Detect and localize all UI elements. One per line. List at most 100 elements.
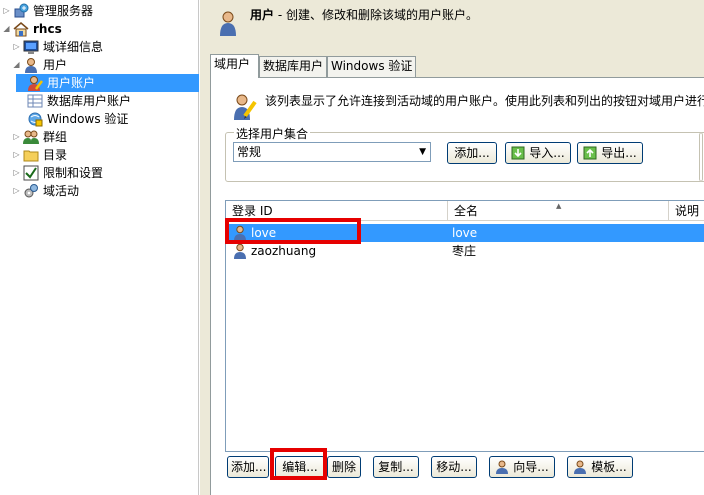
tree-item-label: rhcs bbox=[33, 22, 62, 36]
button-label: 移动... bbox=[436, 460, 472, 474]
cell-login-id: zaozhuang bbox=[251, 244, 317, 258]
tab-windows-auth[interactable]: Windows 验证 bbox=[327, 56, 416, 77]
content-panel: 用户 - 创建、修改和删除该域的用户账户。 域用户 数据库用户 Windows … bbox=[200, 0, 704, 495]
dropdown-arrow-icon[interactable]: ▼ bbox=[419, 143, 426, 161]
column-label: 说明 bbox=[675, 204, 700, 218]
export-button[interactable]: 导出... bbox=[577, 142, 643, 164]
table-row[interactable]: zaozhuang 枣庄 bbox=[226, 242, 704, 260]
add-user-set-button[interactable]: 添加... bbox=[447, 142, 497, 164]
user-edit-icon bbox=[231, 92, 257, 120]
tree-item-label: 域详细信息 bbox=[43, 40, 104, 54]
user-set-selected-value: 常规 bbox=[237, 145, 262, 159]
tree-item-user-accounts[interactable]: 用户账户 bbox=[16, 74, 199, 92]
tab-db-users[interactable]: 数据库用户 bbox=[259, 56, 327, 77]
monitor-icon bbox=[23, 39, 39, 55]
tree-item-limits-settings[interactable]: ▷ 限制和设置 bbox=[12, 164, 103, 182]
tab-panel-domain-users: 该列表显示了允许连接到活动域的用户账户。使用此列表和列出的按钮对域用户进行 选择… bbox=[210, 77, 704, 495]
expand-arrow-icon[interactable]: ▷ bbox=[12, 38, 21, 56]
move-user-button[interactable]: 移动... bbox=[431, 456, 477, 478]
user-icon bbox=[233, 243, 247, 259]
button-label: 删除 bbox=[331, 460, 356, 474]
user-icon bbox=[23, 57, 39, 73]
tab-label: 数据库用户 bbox=[263, 59, 324, 73]
tree-item-rhcs[interactable]: ◢ rhcs bbox=[2, 20, 62, 38]
expand-arrow-icon[interactable]: ▷ bbox=[12, 182, 21, 200]
column-header-login-id[interactable]: 登录 ID bbox=[226, 201, 448, 221]
import-button[interactable]: 导入... bbox=[505, 142, 571, 164]
button-label: 复制... bbox=[378, 460, 414, 474]
tree-item-users[interactable]: ◢ 用户 bbox=[12, 56, 67, 74]
database-table-icon bbox=[27, 93, 43, 109]
button-label: 添加... bbox=[454, 146, 490, 160]
user-set-select[interactable]: 常规 ▼ bbox=[233, 142, 431, 162]
collapse-arrow-icon[interactable]: ◢ bbox=[2, 20, 11, 38]
tree-item-groups[interactable]: ▷ 群组 bbox=[12, 128, 67, 146]
button-label: 导出... bbox=[601, 146, 637, 160]
tree-item-label: Windows 验证 bbox=[47, 112, 129, 126]
cell-login-id: love bbox=[251, 226, 277, 240]
tree-item-label: 用户 bbox=[43, 58, 68, 72]
tree-item-admin-server[interactable]: ▷ 管理服务器 bbox=[2, 2, 93, 20]
sort-ascending-icon: ▲ bbox=[556, 202, 562, 210]
tab-label: 域用户 bbox=[214, 57, 251, 71]
group-icon bbox=[23, 129, 39, 145]
checkbox-settings-icon bbox=[23, 165, 39, 181]
user-header-icon bbox=[216, 10, 240, 36]
server-icon bbox=[13, 3, 29, 19]
tree-item-db-user-accounts[interactable]: 数据库用户账户 bbox=[16, 92, 131, 110]
page-subtitle: - 创建、修改和删除该域的用户账户。 bbox=[274, 8, 478, 22]
expand-arrow-icon[interactable]: ▷ bbox=[2, 2, 11, 20]
export-icon bbox=[583, 146, 597, 160]
button-label: 向导... bbox=[513, 460, 549, 474]
tree-item-windows-auth[interactable]: Windows 验证 bbox=[16, 110, 128, 128]
user-account-pencil-icon bbox=[27, 75, 43, 91]
table-row[interactable]: love love bbox=[226, 224, 704, 242]
button-label: 编辑... bbox=[282, 460, 318, 474]
tab-domain-users[interactable]: 域用户 bbox=[210, 54, 259, 78]
expand-arrow-icon[interactable]: ▷ bbox=[12, 128, 21, 146]
user-set-group-label: 选择用户集合 bbox=[234, 125, 311, 142]
navigation-tree: ▷ 管理服务器 ◢ rhcs ▷ 域详细信息 ◢ 用户 用户账户 数据库用户账户… bbox=[0, 0, 199, 495]
list-header: 登录 ID 全名 ▲ 说明 bbox=[226, 201, 704, 221]
import-icon bbox=[511, 146, 525, 160]
domain-house-icon bbox=[13, 21, 29, 37]
cell-full-name: love bbox=[452, 226, 478, 240]
wizard-button[interactable]: 向导... bbox=[489, 456, 555, 478]
tab-description: 该列表显示了允许连接到活动域的用户账户。使用此列表和列出的按钮对域用户进行 bbox=[265, 94, 704, 108]
tree-item-label: 限制和设置 bbox=[43, 166, 104, 180]
tree-item-label: 目录 bbox=[43, 148, 68, 162]
copy-user-button[interactable]: 复制... bbox=[373, 456, 419, 478]
column-label: 登录 ID bbox=[232, 204, 273, 218]
tree-item-label: 群组 bbox=[43, 130, 68, 144]
page-title: 用户 bbox=[250, 8, 275, 22]
tab-label: Windows 验证 bbox=[331, 59, 413, 73]
activity-gears-icon bbox=[23, 183, 39, 199]
delete-user-button[interactable]: 删除 bbox=[327, 456, 361, 478]
folder-icon bbox=[23, 147, 39, 163]
button-label: 导入... bbox=[529, 146, 565, 160]
wizard-user-icon bbox=[495, 460, 509, 474]
tree-item-domain-activity[interactable]: ▷ 域活动 bbox=[12, 182, 79, 200]
page-header: 用户 - 创建、修改和删除该域的用户账户。 bbox=[250, 6, 478, 23]
button-label: 模板... bbox=[591, 460, 627, 474]
tree-item-label: 数据库用户账户 bbox=[47, 94, 132, 108]
expand-arrow-icon[interactable]: ▷ bbox=[12, 146, 21, 164]
template-user-icon bbox=[573, 460, 587, 474]
tree-item-label: 用户账户 bbox=[47, 76, 96, 90]
expand-arrow-icon[interactable]: ▷ bbox=[12, 164, 21, 182]
tree-item-directory[interactable]: ▷ 目录 bbox=[12, 146, 67, 164]
tree-item-domain-details[interactable]: ▷ 域详细信息 bbox=[12, 38, 103, 56]
collapse-arrow-icon[interactable]: ◢ bbox=[12, 56, 21, 74]
cell-full-name: 枣庄 bbox=[452, 244, 477, 258]
column-label: 全名 bbox=[454, 204, 479, 218]
tree-item-label: 域活动 bbox=[43, 184, 80, 198]
add-user-button[interactable]: 添加... bbox=[227, 456, 269, 478]
column-header-description[interactable]: 说明 bbox=[669, 201, 704, 221]
edit-user-button[interactable]: 编辑... bbox=[275, 456, 325, 478]
template-button[interactable]: 模板... bbox=[567, 456, 633, 478]
user-icon bbox=[233, 225, 247, 241]
windows-auth-icon bbox=[27, 111, 43, 127]
side-group-box bbox=[699, 132, 704, 182]
user-list[interactable]: 登录 ID 全名 ▲ 说明 love love zaozhuang 枣庄 bbox=[225, 200, 704, 452]
button-label: 添加... bbox=[231, 460, 267, 474]
